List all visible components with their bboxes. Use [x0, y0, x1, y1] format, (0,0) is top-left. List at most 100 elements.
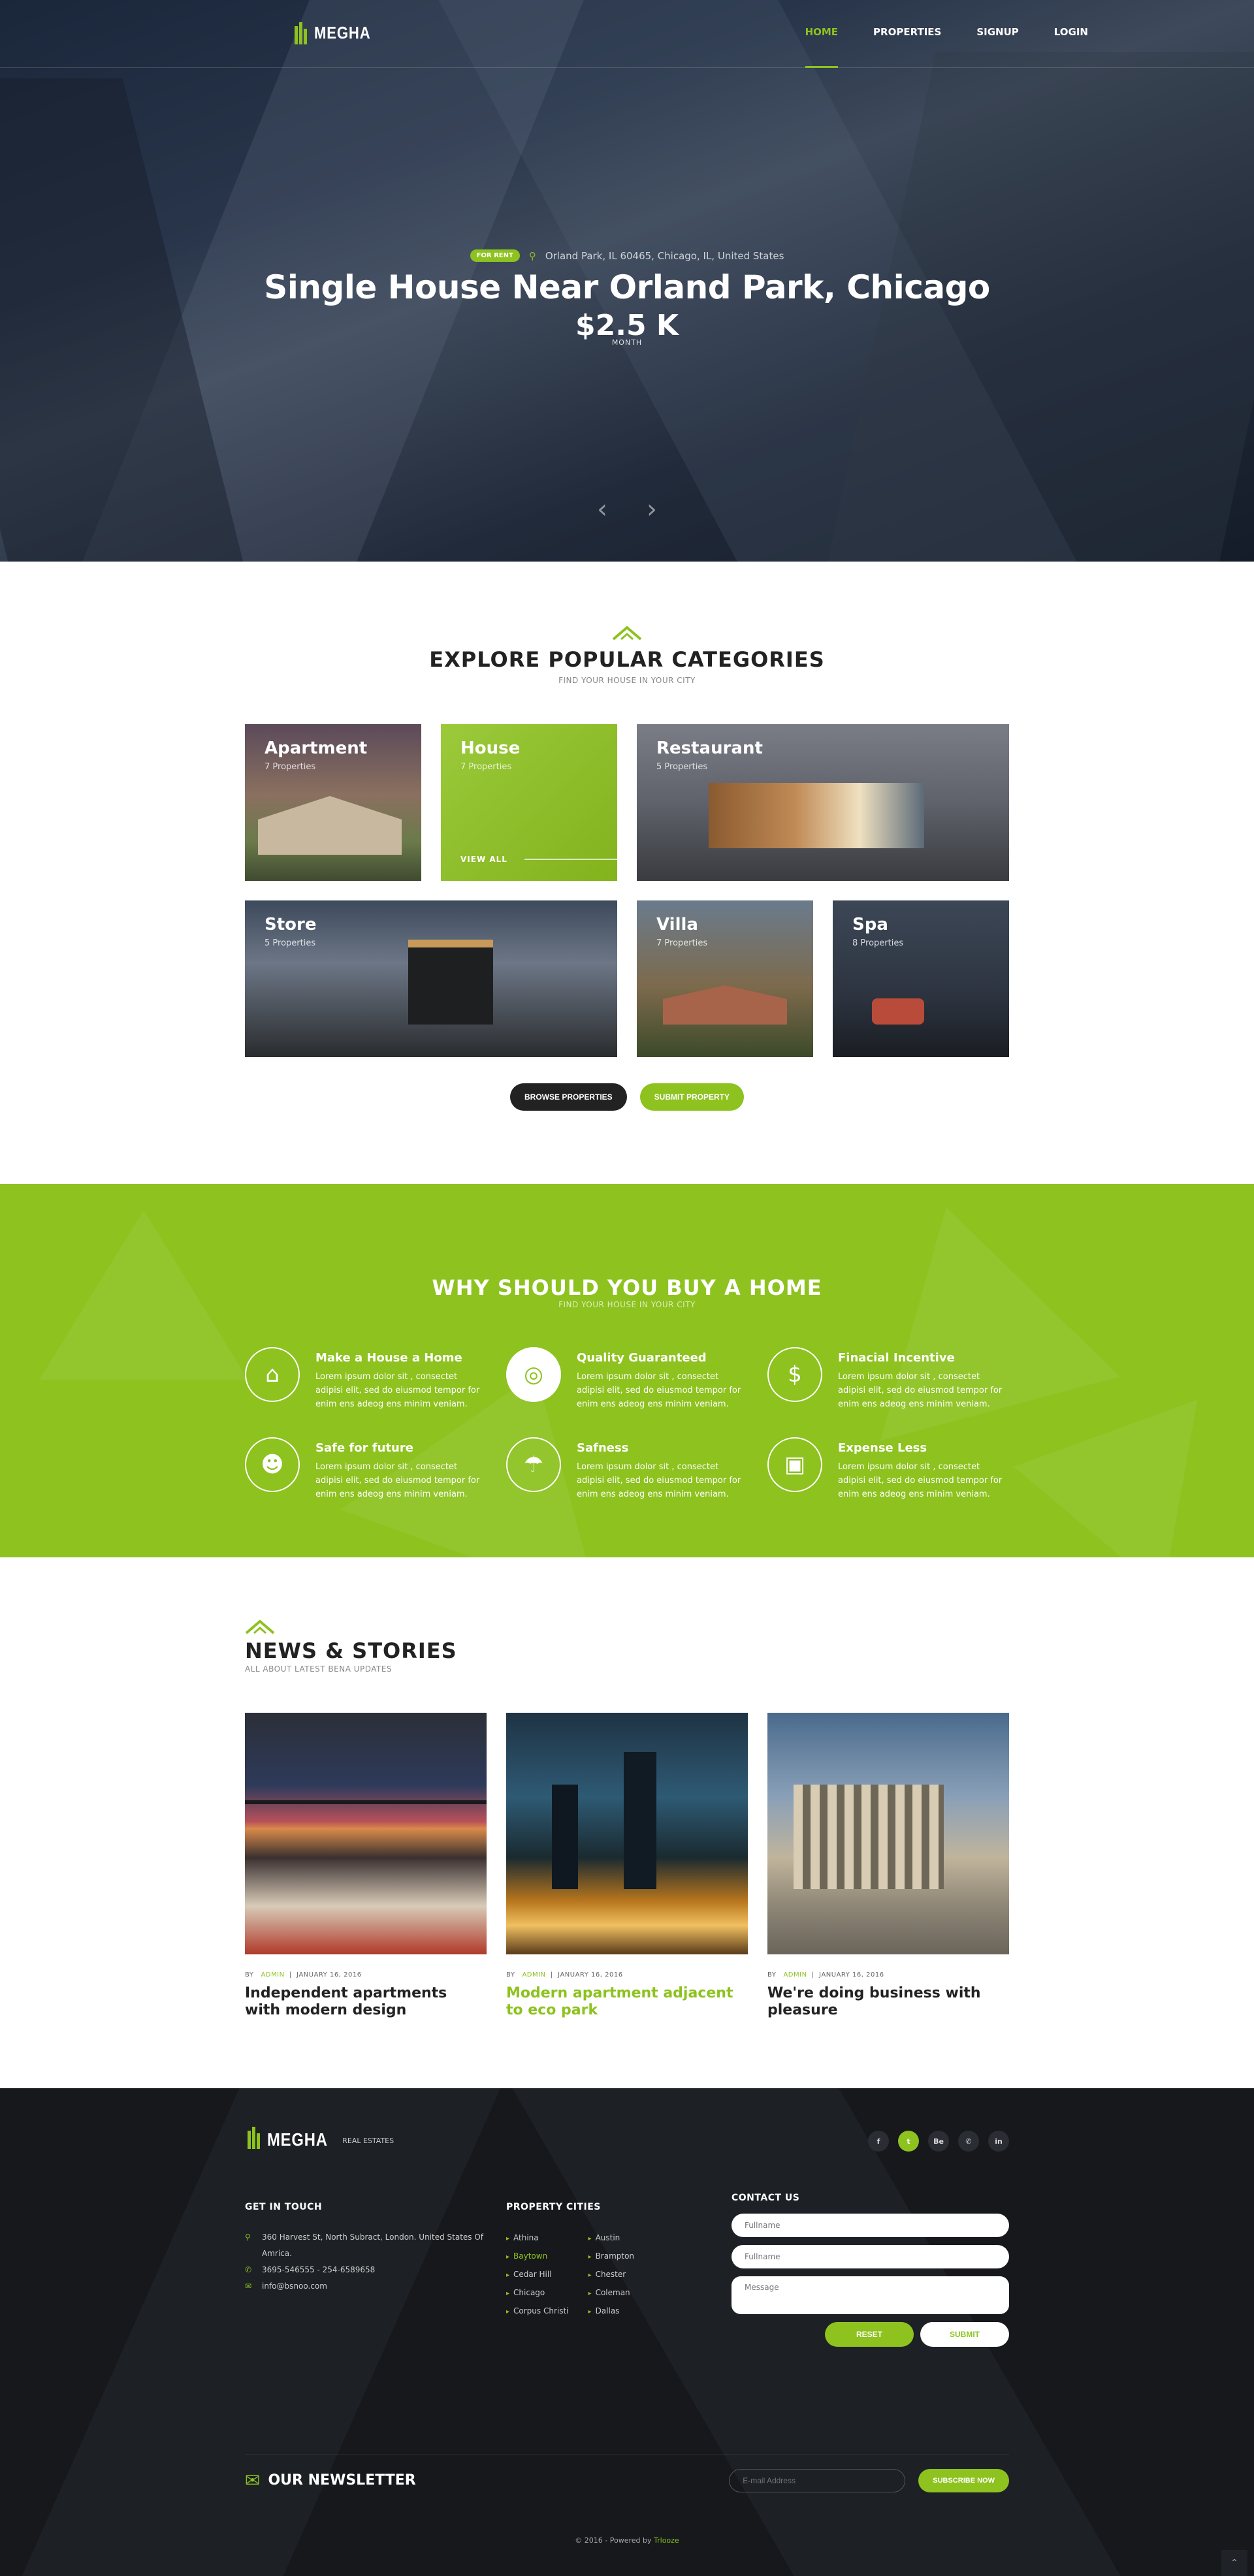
address-text: 360 Harvest St, North Subract, London. U… [262, 2233, 484, 2258]
post-card[interactable]: BY ADMIN | JANUARY 16, 2016 Modern apart… [506, 1713, 748, 2019]
map-pin-icon: ⚲ [528, 249, 536, 262]
post-by: BY [245, 1971, 254, 1979]
post-by: BY [767, 1971, 777, 1979]
post-author[interactable]: ADMIN [261, 1971, 284, 1979]
map-pin-icon: ⚲ [245, 2233, 251, 2242]
phone-icon: ✆ [245, 2265, 252, 2274]
nav-signup[interactable]: SIGNUP [959, 26, 1036, 68]
hero-caption: FOR RENT ⚲ Orland Park, IL 60465, Chicag… [0, 249, 1254, 347]
category-count: 7 Properties [460, 762, 512, 772]
city-link[interactable]: Austin [588, 2229, 635, 2248]
post-author[interactable]: ADMIN [522, 1971, 545, 1979]
city-link[interactable]: Baytown [506, 2248, 569, 2266]
category-tile-spa[interactable]: Spa 8 Properties [833, 900, 1009, 1057]
view-all-link[interactable]: VIEW ALL [460, 855, 507, 864]
city-list: Austin Brampton Chester Coleman Dallas [588, 2229, 635, 2321]
building-illustration [709, 783, 924, 848]
twitter-icon[interactable]: t [898, 2131, 919, 2152]
post-meta: BY ADMIN | JANUARY 16, 2016 [245, 1971, 362, 1979]
nav-home[interactable]: HOME [788, 26, 856, 68]
copyright: © 2016 - Powered by Trlooze [0, 2536, 1254, 2545]
car-illustration [872, 998, 924, 1025]
why-buy-section: WHY SHOULD YOU BUY A HOME FIND YOUR HOUS… [0, 1184, 1254, 1557]
chevron-left-icon[interactable]: ‹ [597, 496, 607, 522]
roof-icon [612, 626, 642, 641]
logo-text: MEGHA [314, 22, 371, 42]
roof-icon [245, 1619, 275, 1634]
chevron-up-icon[interactable]: ⌃ [1221, 2550, 1247, 2576]
property-cities: PROPERTY CITIES Athina Baytown Cedar Hil… [506, 2202, 732, 2347]
city-list: Athina Baytown Cedar Hill Chicago Corpus… [506, 2229, 569, 2321]
news-section: NEWS & STORIES ALL ABOUT LATEST BENA UPD… [0, 1557, 1254, 2088]
contact-us: CONTACT US RESET SUBMIT [732, 2193, 1009, 2347]
city-link[interactable]: Chester [588, 2266, 635, 2284]
post-author[interactable]: ADMIN [783, 1971, 807, 1979]
category-name: Restaurant [656, 739, 763, 758]
category-count: 8 Properties [852, 938, 904, 948]
tower-shape [552, 1785, 578, 1889]
why-subtitle: FIND YOUR HOUSE IN YOUR CITY [558, 1300, 696, 1309]
post-date: JANUARY 16, 2016 [558, 1971, 623, 1979]
post-image[interactable] [506, 1713, 748, 1954]
fullname-input-2[interactable] [732, 2245, 1009, 2268]
post-image[interactable] [767, 1713, 1009, 1954]
reset-button[interactable]: RESET [825, 2322, 914, 2347]
subscribe-button[interactable]: SUBSCRIBE NOW [918, 2468, 1009, 2492]
copyright-link[interactable]: Trlooze [654, 2536, 679, 2545]
feature-text: Lorem ipsum dolor sit , consectet adipis… [315, 1372, 480, 1409]
feature-title: Safness [577, 1441, 629, 1455]
post-title[interactable]: Independent apartments with modern desig… [245, 1985, 487, 2019]
city-link[interactable]: Chicago [506, 2284, 569, 2302]
hero-price-unit: MONTH [611, 338, 643, 347]
email-text[interactable]: info@bsnoo.com [262, 2278, 327, 2295]
submit-property-button[interactable]: SUBMIT PROPERTY [639, 1083, 745, 1111]
newsletter-heading: ✉ OUR NEWSLETTER [245, 2470, 416, 2491]
message-textarea[interactable] [732, 2276, 1009, 2314]
city-link[interactable]: Athina [506, 2229, 569, 2248]
chevron-right-icon[interactable]: › [647, 496, 657, 522]
city-link[interactable]: Cedar Hill [506, 2266, 569, 2284]
users-icon: ☻ [245, 1437, 300, 1492]
category-tile-house[interactable]: House 7 Properties VIEW ALL [441, 724, 617, 881]
newsletter-email-input[interactable] [729, 2468, 906, 2492]
category-name: Store [265, 915, 317, 934]
post-title[interactable]: We're doing business with pleasure [767, 1985, 1009, 2019]
category-tile-store[interactable]: Store 5 Properties [245, 900, 617, 1057]
category-count: 7 Properties [656, 938, 708, 948]
site-logo[interactable]: MEGHA [292, 20, 381, 46]
browse-properties-button[interactable]: BROWSE PROPERTIES [509, 1083, 627, 1111]
feature-text: Lorem ipsum dolor sit , consectet adipis… [838, 1462, 1003, 1499]
category-grid: Apartment 7 Properties House 7 Propertie… [245, 724, 1009, 1057]
facebook-icon[interactable]: f [868, 2131, 889, 2152]
hero-meta: FOR RENT ⚲ Orland Park, IL 60465, Chicag… [0, 249, 1254, 262]
feature-text: Lorem ipsum dolor sit , consectet adipis… [577, 1462, 741, 1499]
post-card[interactable]: BY ADMIN | JANUARY 16, 2016 We're doing … [767, 1713, 1009, 2019]
category-tile-restaurant[interactable]: Restaurant 5 Properties [637, 724, 1009, 881]
fullname-input[interactable] [732, 2214, 1009, 2237]
feature-title: Quality Guaranteed [577, 1351, 707, 1365]
phone-text: 3695-546555 - 254-6589658 [262, 2265, 376, 2274]
nav-login[interactable]: LOGIN [1037, 26, 1106, 68]
category-tile-apartment[interactable]: Apartment 7 Properties [245, 724, 421, 881]
post-card[interactable]: BY ADMIN | JANUARY 16, 2016 Independent … [245, 1713, 487, 2019]
city-link[interactable]: Coleman [588, 2284, 635, 2302]
newsletter-title: OUR NEWSLETTER [268, 2472, 416, 2489]
skype-icon[interactable]: ✆ [958, 2131, 979, 2152]
post-title[interactable]: Modern apartment adjacent to eco park [506, 1985, 748, 2019]
behance-icon[interactable]: Be [928, 2131, 949, 2152]
feature-item: ◎ Quality Guaranteed Lorem ipsum dolor s… [506, 1347, 748, 1411]
category-tile-villa[interactable]: Villa 7 Properties [637, 900, 813, 1057]
nav-properties[interactable]: PROPERTIES [856, 26, 959, 68]
submit-button[interactable]: SUBMIT [920, 2322, 1009, 2347]
rent-badge: FOR RENT [470, 249, 520, 262]
feature-item: $ Finacial Incentive Lorem ipsum dolor s… [767, 1347, 1009, 1411]
city-link[interactable]: Brampton [588, 2248, 634, 2266]
news-subtitle: ALL ABOUT LATEST BENA UPDATES [245, 1664, 393, 1674]
city-link[interactable]: Dallas [588, 2302, 635, 2321]
site-footer: MEGHA REAL ESTATES f t Be ✆ in GET IN TO… [0, 2088, 1254, 2576]
city-link[interactable]: Corpus Christi [506, 2302, 569, 2321]
linkedin-icon[interactable]: in [988, 2131, 1009, 2152]
hero-title: Single House Near Orland Park, Chicago [264, 268, 990, 306]
news-title: NEWS & STORIES [245, 1638, 457, 1663]
post-image[interactable] [245, 1713, 487, 1954]
